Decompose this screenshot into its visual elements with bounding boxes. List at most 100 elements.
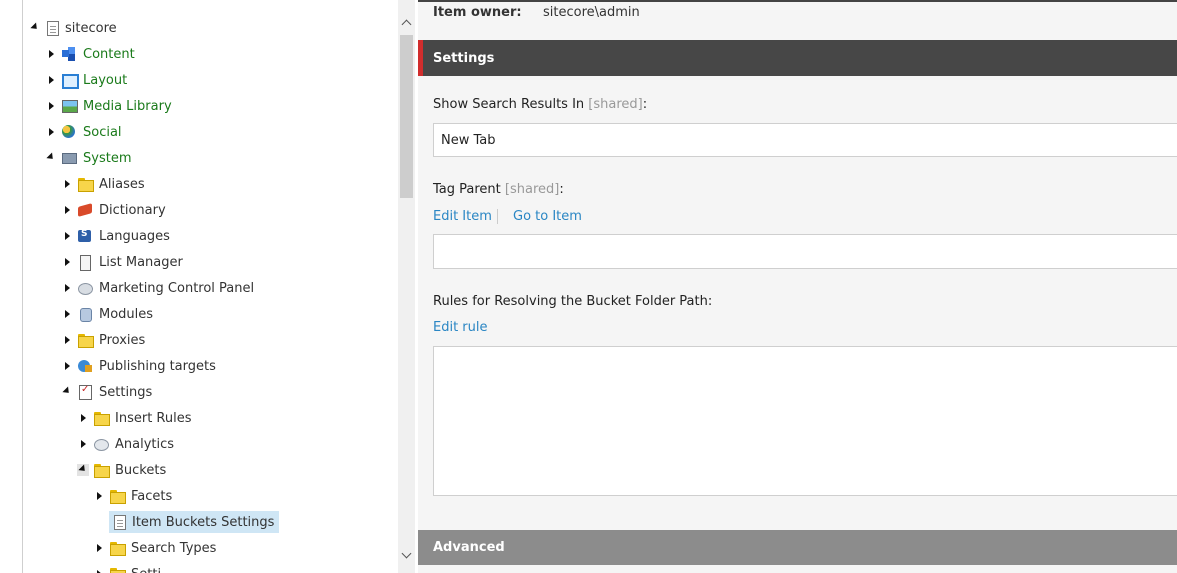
tree-item-media-library[interactable]: Media Library [45,94,172,118]
tree-item-content[interactable]: List Manager [77,254,183,271]
tree-item-label: Languages [99,228,170,244]
field-label-colon: : [559,182,564,197]
tree-item-label: Insert Rules [115,410,192,426]
tree-item-content[interactable]: sitecore [45,20,117,36]
tree-item-content[interactable]: System [61,150,131,166]
expand-arrow-icon[interactable] [45,126,57,138]
expand-arrow-icon[interactable] [61,230,73,242]
arrow-right-icon [64,232,70,240]
tree-item-label: Aliases [99,176,145,192]
expand-arrow-icon[interactable] [61,360,73,372]
tree-item-languages[interactable]: Languages [61,224,170,248]
tree-item-label: Buckets [115,462,167,478]
tree-item-dictionary[interactable]: Dictionary [61,198,166,222]
expand-arrow-icon[interactable] [61,178,73,190]
expand-arrow-icon[interactable] [93,490,105,502]
expand-arrow-icon[interactable] [45,48,57,60]
collapse-arrow-icon[interactable] [45,151,57,164]
marketing-control-panel-icon [77,280,93,296]
tree-item-content[interactable]: Facets [109,488,172,504]
tree-item-content[interactable]: Search Types [109,540,216,556]
tree-item-content[interactable]: Publishing targets [77,358,216,374]
settings-section-header[interactable]: Settings [418,40,1177,76]
tag-parent-label: Tag Parent [shared]: [433,182,564,197]
expand-arrow-icon[interactable] [61,256,73,268]
tree-item-content[interactable]: Languages [77,228,170,244]
tree-item-modules[interactable]: Modules [61,302,153,326]
tree-item-content[interactable]: Item Buckets Settings [109,511,280,533]
expand-arrow-icon[interactable] [77,412,89,424]
expand-arrow-icon[interactable] [45,100,57,112]
tree-item-content[interactable]: Setti [109,566,161,573]
tree-item-buckets[interactable]: Buckets [77,458,166,482]
go-to-item-link[interactable]: Go to Item [513,209,582,224]
tree-item-content[interactable]: Buckets [93,462,166,478]
expand-arrow-icon[interactable] [93,542,105,554]
collapse-arrow-icon[interactable] [61,385,73,398]
folder-icon [93,462,110,478]
tree-item-content[interactable]: Content [45,42,135,66]
tree-item-facets[interactable]: Facets [93,484,172,508]
tree-item-publishing-targets[interactable]: Publishing targets [61,354,216,378]
tree-item-search-types[interactable]: Search Types [93,536,216,560]
tree-item-content[interactable]: Insert Rules [93,410,192,426]
tree-item-label: Media Library [83,98,172,114]
folder-icon [77,176,94,192]
scroll-down-button[interactable] [398,546,415,563]
layout-icon [61,72,79,89]
tree-item-social[interactable]: Social [45,120,122,144]
social-globe-icon [61,124,77,140]
list-manager-icon [77,254,93,271]
tree-item-content[interactable]: Proxies [77,332,145,348]
expand-arrow-icon[interactable] [61,204,73,216]
show-search-results-field[interactable]: New Tab [433,123,1177,157]
item-owner-row: Item owner: sitecore\admin [433,5,640,20]
tree-item-label: Search Types [131,540,217,556]
tree-item-settings[interactable]: Settings [61,380,152,404]
tree-item-proxies[interactable]: Proxies [61,328,145,352]
publishing-targets-icon [77,358,93,374]
tree-item-content[interactable]: Settings [77,384,152,400]
tree-item-item-buckets-settings[interactable]: Item Buckets Settings [93,510,280,534]
collapse-arrow-icon[interactable] [77,463,89,476]
edit-rule-link[interactable]: Edit rule [433,320,488,335]
tree-item-sitecore[interactable]: sitecore [29,16,117,40]
tree-item-content[interactable]: Dictionary [77,202,166,218]
expand-arrow-icon[interactable] [61,282,73,294]
expand-arrow-icon[interactable] [45,74,57,86]
folder-icon [77,332,94,348]
tree-item-system[interactable]: System [45,146,131,170]
tag-parent-field[interactable] [433,234,1177,269]
tree-item-aliases[interactable]: Aliases [61,172,145,196]
expand-arrow-icon[interactable] [61,334,73,346]
tree-item-marketing-control-panel[interactable]: Marketing Control Panel [61,276,254,300]
tree-item-content[interactable]: Marketing Control Panel [77,280,254,296]
tree-item-setti[interactable]: Setti [93,562,161,573]
expand-arrow-icon[interactable] [77,438,89,450]
bucket-folder-rules-field[interactable] [433,346,1177,496]
system-icon [61,150,77,166]
tree-item-analytics[interactable]: Analytics [77,432,174,456]
scrollbar-thumb[interactable] [400,35,413,198]
scroll-up-button[interactable] [398,14,415,31]
tree-item-content[interactable]: Analytics [93,436,174,452]
item-owner-label: Item owner: [433,5,522,20]
tree-item-content[interactable]: Aliases [77,176,145,192]
chevron-down-icon [401,548,412,558]
tree-item-label: Social [83,124,122,140]
advanced-section-header[interactable]: Advanced [418,530,1177,565]
tree-item-list-manager[interactable]: List Manager [61,250,183,274]
bucket-folder-path-label: Rules for Resolving the Bucket Folder Pa… [433,294,713,309]
tree-item-insert-rules[interactable]: Insert Rules [77,406,192,430]
tree-item-content[interactable]: Layout [61,72,127,89]
expand-arrow-icon[interactable] [93,568,105,573]
collapse-arrow-icon[interactable] [29,21,41,34]
tree-item-content[interactable]: Content [61,46,135,62]
tree-item-content[interactable]: Modules [77,306,153,322]
tree-item-content[interactable]: Social [61,124,122,140]
tree-item-layout[interactable]: Layout [45,68,127,92]
expand-arrow-icon[interactable] [61,308,73,320]
tree-scrollbar[interactable] [398,0,415,573]
edit-item-link[interactable]: Edit Item [433,209,492,224]
tree-item-content[interactable]: Media Library [61,98,172,114]
